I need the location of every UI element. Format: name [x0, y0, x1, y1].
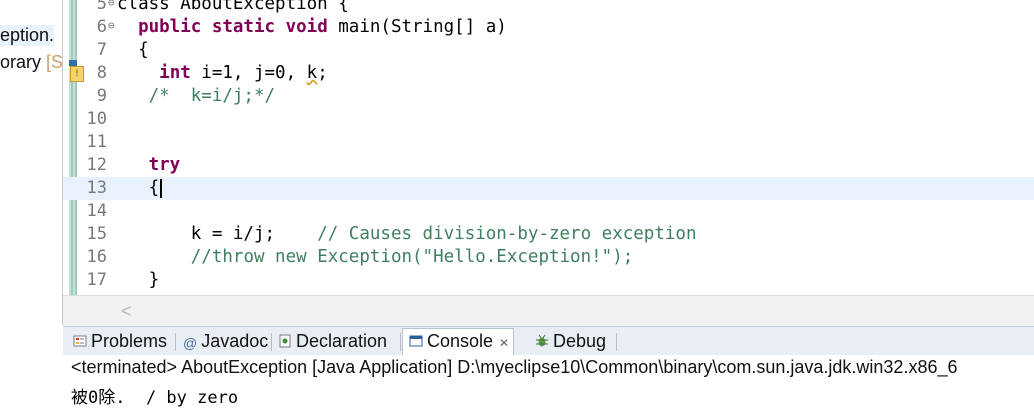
- console-icon: [409, 335, 423, 347]
- code-line[interactable]: 11: [63, 131, 1034, 154]
- code-line[interactable]: 7 {: [63, 39, 1034, 62]
- line-number: 13: [86, 178, 107, 198]
- code-token: ;: [317, 63, 328, 83]
- line-number: 8: [96, 63, 107, 83]
- line-number: 5: [96, 0, 107, 14]
- declaration-icon: [279, 334, 291, 348]
- code-text: {: [117, 39, 149, 62]
- scroll-left-icon[interactable]: <: [121, 301, 132, 322]
- code-editor[interactable]: 5 ⊖ class AboutException {6 ⊖ public static…: [63, 0, 1034, 295]
- tab-javadoc[interactable]: @ Javadoc: [177, 329, 272, 353]
- text-caret: [160, 178, 163, 198]
- code-token: class AboutException {: [117, 0, 349, 14]
- code-token: {: [117, 40, 149, 60]
- code-line[interactable]: 12 try: [63, 154, 1034, 177]
- warning-icon[interactable]: !: [70, 66, 84, 82]
- tab-label: Problems: [91, 331, 168, 351]
- code-line[interactable]: 5 ⊖ class AboutException {: [63, 0, 1034, 16]
- tab-label: Declaration: [296, 331, 388, 351]
- console-output: 被0除. / by zero: [71, 388, 239, 408]
- code-text: {: [117, 177, 163, 200]
- debug-icon: [536, 334, 548, 347]
- code-token: main(String[] a): [327, 17, 507, 37]
- tab-separator: [175, 333, 176, 351]
- code-token: // Causes division-by-zero exception: [317, 224, 697, 244]
- explorer-item-library[interactable]: orary [S: [0, 52, 62, 73]
- code-text: try: [117, 154, 181, 177]
- line-number: 12: [86, 155, 107, 175]
- package-explorer: eption. orary [S: [0, 0, 62, 325]
- view-tab-bar: Problems @ Javadoc Declaration Console ✕ D…: [63, 326, 1034, 356]
- code-token: //throw new Exception("Hello.Exception!"…: [190, 247, 634, 267]
- code-token: try: [148, 155, 181, 175]
- code-text: //throw new Exception("Hello.Exception!"…: [117, 246, 634, 269]
- tab-debug[interactable]: Debug: [529, 329, 610, 353]
- code-text: /* k=i/j;*/: [117, 85, 275, 108]
- problems-icon: [73, 335, 87, 347]
- explorer-item-suffix: [S: [46, 52, 62, 72]
- close-icon[interactable]: ✕: [499, 336, 509, 350]
- line-number: 17: [86, 270, 107, 290]
- code-token: public static void: [138, 17, 328, 37]
- line-number: 10: [86, 109, 107, 129]
- tab-problems[interactable]: Problems: [67, 329, 171, 353]
- code-line[interactable]: 13 {: [63, 177, 1034, 200]
- code-text: }: [117, 269, 160, 292]
- code-line[interactable]: 15 k = i/j; // Causes division-by-zero e…: [63, 223, 1034, 246]
- line-number: 16: [86, 247, 107, 267]
- code-token: {: [117, 178, 160, 198]
- line-number: 11: [86, 132, 107, 152]
- tab-declaration[interactable]: Declaration: [272, 329, 391, 353]
- code-text: int i=1, j=0, k;: [117, 62, 328, 85]
- code-text: class AboutException {: [117, 0, 349, 16]
- code-line[interactable]: 16 //throw new Exception("Hello.Exceptio…: [63, 246, 1034, 269]
- code-line[interactable]: 9 /* k=i/j;*/: [63, 85, 1034, 108]
- line-number: 14: [86, 201, 107, 221]
- console-view[interactable]: <terminated> AboutException [Java Applic…: [63, 355, 1034, 408]
- code-token: int: [159, 63, 191, 83]
- code-text: public static void main(String[] a): [117, 16, 507, 39]
- fold-toggle-icon[interactable]: ⊖: [108, 0, 115, 14]
- fold-toggle-icon[interactable]: ⊖: [108, 14, 115, 37]
- code-line[interactable]: 17 }: [63, 269, 1034, 292]
- code-line[interactable]: ! 8 int i=1, j=0, k;: [63, 62, 1034, 85]
- code-token: /* k=i/j;*/: [148, 86, 276, 106]
- tab-separator: [616, 333, 617, 351]
- console-status: <terminated> AboutException [Java Applic…: [71, 357, 958, 377]
- code-line[interactable]: 10: [63, 108, 1034, 131]
- explorer-item-label: orary: [0, 52, 47, 72]
- explorer-item-label: eption.: [0, 25, 55, 45]
- javadoc-icon: @: [183, 335, 198, 351]
- line-number: 9: [96, 86, 107, 106]
- tab-label: Console: [427, 331, 494, 351]
- tab-label: Javadoc: [201, 331, 269, 351]
- line-number: 15: [86, 224, 107, 244]
- explorer-item-exception[interactable]: eption.: [0, 25, 55, 46]
- tab-label: Debug: [553, 331, 607, 351]
- editor-horizontal-scrollbar[interactable]: <: [63, 295, 1034, 326]
- tab-separator: [400, 333, 401, 351]
- code-text: k = i/j; // Causes division-by-zero exce…: [117, 223, 697, 246]
- code-token: k = i/j;: [117, 224, 318, 244]
- code-token: }: [117, 270, 160, 290]
- code-token: k: [306, 63, 318, 83]
- code-token: i=1, j=0,: [190, 63, 307, 83]
- tab-console[interactable]: Console ✕: [402, 328, 515, 355]
- code-line[interactable]: 14: [63, 200, 1034, 223]
- code-line[interactable]: 6 ⊖ public static void main(String[] a): [63, 16, 1034, 39]
- line-number: 7: [96, 40, 107, 60]
- line-number: 6: [96, 17, 107, 37]
